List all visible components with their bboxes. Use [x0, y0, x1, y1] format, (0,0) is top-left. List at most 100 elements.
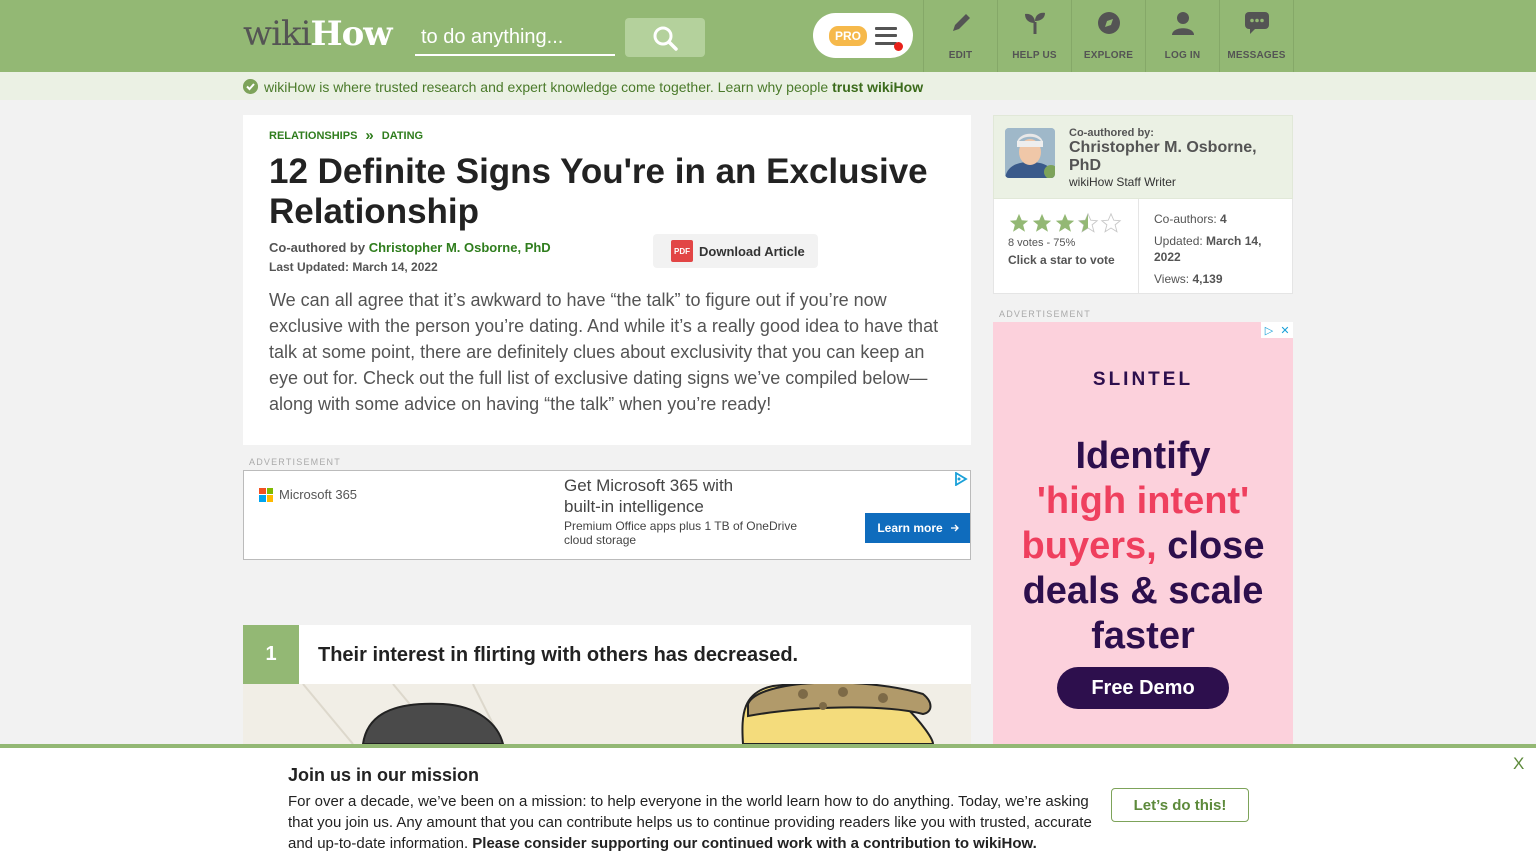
- breadcrumb: RELATIONSHIPS » DATING: [269, 127, 423, 144]
- trust-wikihow-link[interactable]: trust wikiHow: [832, 79, 923, 95]
- mission-body-bold: Please consider supporting our continued…: [472, 835, 1037, 852]
- search-icon: [653, 26, 678, 51]
- rating-panel: 8 votes - 75% Click a star to vote: [994, 199, 1139, 293]
- trust-message: wikiHow is where trusted research and ex…: [264, 79, 923, 95]
- sprout-icon: [1024, 12, 1045, 34]
- lets-do-this-button[interactable]: Let’s do this!: [1111, 788, 1249, 822]
- updated-stat: Updated: March 14, 2022: [1154, 233, 1284, 265]
- nav-messages[interactable]: MESSAGES: [1220, 0, 1294, 72]
- slintel-line1: Identify: [1075, 435, 1211, 477]
- slintel-logo: SLINTEL: [1092, 369, 1194, 390]
- slintel-line3-highlight: buyers,: [1021, 525, 1157, 567]
- views-label: Views:: [1154, 272, 1190, 286]
- slintel-line2: 'high intent': [1036, 480, 1250, 522]
- download-article-button[interactable]: PDF Download Article: [653, 234, 818, 268]
- updated-label: Updated:: [1154, 234, 1203, 248]
- top-header: wikiHow PRO EDIT HELP US EXPLORE LOG IN …: [0, 0, 1536, 72]
- ms-headline-line2: built-in intelligence: [564, 497, 704, 516]
- coauthor-link[interactable]: Christopher M. Osborne, PhD: [369, 240, 551, 255]
- coauthor-line: Co-authored by Christopher M. Osborne, P…: [269, 240, 551, 255]
- nav-edit-label: EDIT: [948, 50, 973, 61]
- views-value: 4,139: [1192, 272, 1223, 286]
- chat-bubble-icon: [1244, 12, 1269, 34]
- slintel-headline: Identify 'high intent' buyers, close dea…: [993, 434, 1293, 659]
- pencil-icon: [952, 14, 970, 31]
- author-photo: [1005, 128, 1055, 178]
- slintel-ad[interactable]: ▷ ✕ SLINTEL Identify 'high intent' buyer…: [993, 322, 1293, 744]
- author-name[interactable]: Christopher M. Osborne, PhD: [1069, 139, 1284, 175]
- nav-log-in[interactable]: LOG IN: [1146, 0, 1220, 72]
- nav-explore[interactable]: EXPLORE: [1072, 0, 1146, 72]
- coauthored-prefix: Co-authored by: [269, 240, 366, 255]
- star-4-half-icon[interactable]: [1077, 212, 1099, 234]
- star-rating: [1008, 212, 1122, 234]
- pro-badge: PRO: [829, 25, 868, 46]
- star-3-icon[interactable]: [1054, 212, 1076, 234]
- breadcrumb-relationships[interactable]: RELATIONSHIPS: [269, 130, 357, 142]
- views-stat: Views: 4,139: [1154, 271, 1284, 287]
- nav-log-in-label: LOG IN: [1164, 50, 1201, 61]
- ad-controls: ▷ ✕: [1261, 322, 1293, 338]
- breadcrumb-dating[interactable]: DATING: [382, 130, 423, 142]
- user-icon: [1171, 12, 1194, 35]
- ms-learn-more-button[interactable]: Learn more: [865, 513, 970, 543]
- trust-text: wikiHow is where trusted research and ex…: [264, 79, 829, 95]
- article-intro: We can all agree that it’s awkward to ha…: [269, 290, 939, 414]
- article-intro-card: RELATIONSHIPS » DATING 12 Definite Signs…: [243, 115, 971, 445]
- coauthors-value[interactable]: 4: [1220, 212, 1227, 226]
- coauthors-label: Co-authors:: [1154, 212, 1217, 226]
- microsoft-logo-icon: [259, 487, 273, 502]
- free-demo-button[interactable]: Free Demo: [1057, 667, 1229, 709]
- vote-count: 8 votes - 75%: [1008, 237, 1076, 249]
- mission-close-button[interactable]: X: [1513, 754, 1524, 774]
- nav-help-us-label: HELP US: [1012, 50, 1057, 61]
- star-1-icon[interactable]: [1008, 212, 1030, 234]
- download-article-label: Download Article: [699, 243, 805, 259]
- mission-body: For over a decade, we’ve been on a missi…: [288, 791, 1098, 854]
- ms-headline-line1: Get Microsoft 365 with: [564, 476, 734, 495]
- ms-learn-more-label: Learn more: [877, 521, 943, 535]
- logo-how-text: How: [310, 14, 392, 54]
- pdf-icon: PDF: [671, 240, 693, 262]
- slintel-line4: deals & scale: [1022, 570, 1264, 612]
- hamburger-menu-icon: [875, 26, 904, 51]
- step-1-illustration: [243, 684, 971, 744]
- slintel-line5: faster: [1091, 615, 1195, 657]
- slintel-line3-rest: close: [1156, 525, 1265, 567]
- star-2-icon[interactable]: [1031, 212, 1053, 234]
- nav-edit[interactable]: EDIT: [924, 0, 998, 72]
- ms-brand-text: Microsoft 365: [279, 487, 358, 502]
- logo-wiki-text: wiki: [243, 14, 311, 54]
- notification-dot: [894, 41, 904, 51]
- wikihow-logo[interactable]: wikiHow: [243, 14, 393, 54]
- trust-bar: wikiHow is where trusted research and ex…: [0, 72, 1536, 100]
- nav-help-us[interactable]: HELP US: [998, 0, 1072, 72]
- header-nav: EDIT HELP US EXPLORE LOG IN MESSAGES: [923, 0, 1294, 72]
- microsoft-ad-banner[interactable]: Microsoft 365 Get Microsoft 365 with buil…: [243, 470, 971, 560]
- checkmark-icon: [243, 79, 258, 94]
- author-card: Co-authored by: Christopher M. Osborne, …: [993, 115, 1293, 199]
- search-input[interactable]: [415, 20, 615, 56]
- rating-card: 8 votes - 75% Click a star to vote Co-au…: [993, 199, 1293, 294]
- ms-headline: Get Microsoft 365 with built-in intellige…: [564, 475, 733, 517]
- step-number: 1: [243, 625, 299, 684]
- adchoices-icon[interactable]: ▷: [1261, 322, 1277, 338]
- adchoices-icon[interactable]: [950, 471, 970, 487]
- step-1-header: 1 Their interest in flirting with others…: [243, 625, 971, 684]
- star-5-empty-icon[interactable]: [1100, 212, 1122, 234]
- compass-icon: [1097, 12, 1120, 34]
- step-illustration-image: [243, 684, 971, 744]
- article-title: 12 Definite Signs You're in an Exclusive…: [269, 152, 928, 231]
- arrow-right-icon: [950, 524, 959, 532]
- pro-menu-button[interactable]: PRO: [813, 13, 913, 58]
- author-role: wikiHow Staff Writer: [1069, 175, 1176, 189]
- ad-close-icon[interactable]: ✕: [1277, 322, 1293, 338]
- ms-subtext: Premium Office apps plus 1 TB of OneDriv…: [564, 519, 797, 547]
- click-to-vote-text: Click a star to vote: [1008, 253, 1115, 267]
- search-button[interactable]: [625, 18, 705, 57]
- author-avatar[interactable]: [1005, 128, 1055, 178]
- sidebar-advertisement-label: ADVERTISEMENT: [999, 309, 1091, 319]
- article-stats: Co-authors: 4 Updated: March 14, 2022 Vi…: [1154, 211, 1284, 293]
- slintel-line3: buyers, close: [993, 524, 1293, 569]
- microsoft-logo: Microsoft 365: [259, 487, 357, 502]
